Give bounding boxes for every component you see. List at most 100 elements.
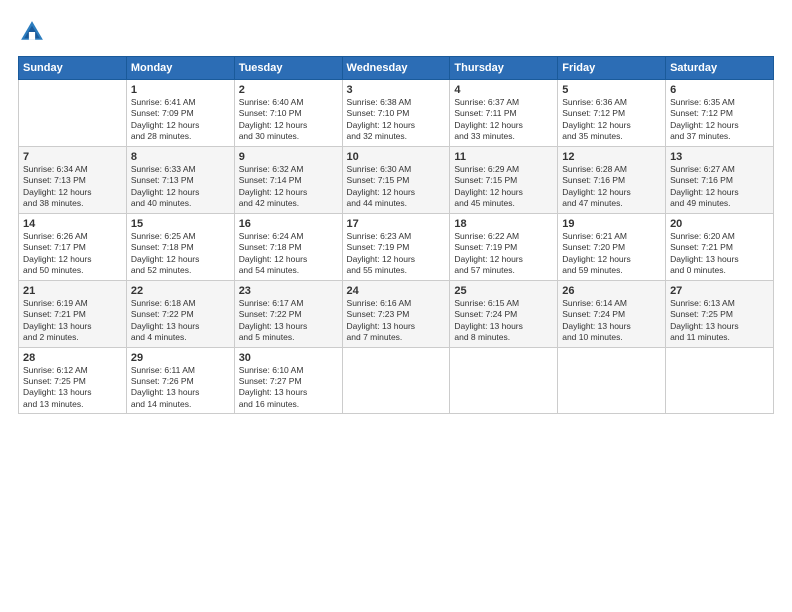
- sunrise-text: Sunrise: 6:32 AM: [239, 164, 338, 175]
- daylight-text: Daylight: 13 hours: [347, 321, 446, 332]
- sunset-text: Sunset: 7:10 PM: [239, 108, 338, 119]
- day-cell: 4Sunrise: 6:37 AMSunset: 7:11 PMDaylight…: [450, 80, 558, 147]
- day-cell: 3Sunrise: 6:38 AMSunset: 7:10 PMDaylight…: [342, 80, 450, 147]
- sunset-text: Sunset: 7:21 PM: [23, 309, 122, 320]
- daylight-text-2: and 50 minutes.: [23, 265, 122, 276]
- header-cell-sunday: Sunday: [19, 57, 127, 80]
- day-number: 4: [454, 84, 553, 96]
- daylight-text: Daylight: 12 hours: [239, 120, 338, 131]
- sunset-text: Sunset: 7:14 PM: [239, 175, 338, 186]
- daylight-text: Daylight: 12 hours: [347, 187, 446, 198]
- week-row-2: 14Sunrise: 6:26 AMSunset: 7:17 PMDayligh…: [19, 213, 774, 280]
- daylight-text-2: and 13 minutes.: [23, 399, 122, 410]
- sunset-text: Sunset: 7:26 PM: [131, 376, 230, 387]
- day-info: Sunrise: 6:17 AMSunset: 7:22 PMDaylight:…: [239, 298, 338, 344]
- day-cell: 15Sunrise: 6:25 AMSunset: 7:18 PMDayligh…: [126, 213, 234, 280]
- daylight-text: Daylight: 12 hours: [131, 187, 230, 198]
- daylight-text: Daylight: 13 hours: [454, 321, 553, 332]
- day-number: 12: [562, 151, 661, 163]
- day-info: Sunrise: 6:22 AMSunset: 7:19 PMDaylight:…: [454, 231, 553, 277]
- sunrise-text: Sunrise: 6:22 AM: [454, 231, 553, 242]
- day-cell: 28Sunrise: 6:12 AMSunset: 7:25 PMDayligh…: [19, 347, 127, 414]
- daylight-text-2: and 5 minutes.: [239, 332, 338, 343]
- day-cell: 18Sunrise: 6:22 AMSunset: 7:19 PMDayligh…: [450, 213, 558, 280]
- sunset-text: Sunset: 7:09 PM: [131, 108, 230, 119]
- day-cell: 26Sunrise: 6:14 AMSunset: 7:24 PMDayligh…: [558, 280, 666, 347]
- day-number: 3: [347, 84, 446, 96]
- day-info: Sunrise: 6:30 AMSunset: 7:15 PMDaylight:…: [347, 164, 446, 210]
- daylight-text-2: and 40 minutes.: [131, 198, 230, 209]
- daylight-text: Daylight: 12 hours: [239, 254, 338, 265]
- day-cell: 17Sunrise: 6:23 AMSunset: 7:19 PMDayligh…: [342, 213, 450, 280]
- sunrise-text: Sunrise: 6:12 AM: [23, 365, 122, 376]
- daylight-text-2: and 35 minutes.: [562, 131, 661, 142]
- sunrise-text: Sunrise: 6:23 AM: [347, 231, 446, 242]
- day-number: 9: [239, 151, 338, 163]
- daylight-text-2: and 42 minutes.: [239, 198, 338, 209]
- day-info: Sunrise: 6:16 AMSunset: 7:23 PMDaylight:…: [347, 298, 446, 344]
- day-cell: 13Sunrise: 6:27 AMSunset: 7:16 PMDayligh…: [666, 146, 774, 213]
- day-info: Sunrise: 6:34 AMSunset: 7:13 PMDaylight:…: [23, 164, 122, 210]
- sunset-text: Sunset: 7:17 PM: [23, 242, 122, 253]
- day-info: Sunrise: 6:23 AMSunset: 7:19 PMDaylight:…: [347, 231, 446, 277]
- sunrise-text: Sunrise: 6:10 AM: [239, 365, 338, 376]
- sunrise-text: Sunrise: 6:15 AM: [454, 298, 553, 309]
- sunrise-text: Sunrise: 6:21 AM: [562, 231, 661, 242]
- day-cell: 20Sunrise: 6:20 AMSunset: 7:21 PMDayligh…: [666, 213, 774, 280]
- day-cell: [19, 80, 127, 147]
- sunset-text: Sunset: 7:25 PM: [23, 376, 122, 387]
- header-cell-thursday: Thursday: [450, 57, 558, 80]
- day-info: Sunrise: 6:32 AMSunset: 7:14 PMDaylight:…: [239, 164, 338, 210]
- day-info: Sunrise: 6:29 AMSunset: 7:15 PMDaylight:…: [454, 164, 553, 210]
- day-info: Sunrise: 6:18 AMSunset: 7:22 PMDaylight:…: [131, 298, 230, 344]
- daylight-text-2: and 44 minutes.: [347, 198, 446, 209]
- day-cell: 25Sunrise: 6:15 AMSunset: 7:24 PMDayligh…: [450, 280, 558, 347]
- daylight-text-2: and 45 minutes.: [454, 198, 553, 209]
- day-info: Sunrise: 6:10 AMSunset: 7:27 PMDaylight:…: [239, 365, 338, 411]
- day-number: 26: [562, 285, 661, 297]
- header: [18, 18, 774, 46]
- daylight-text-2: and 28 minutes.: [131, 131, 230, 142]
- day-info: Sunrise: 6:38 AMSunset: 7:10 PMDaylight:…: [347, 97, 446, 143]
- day-info: Sunrise: 6:41 AMSunset: 7:09 PMDaylight:…: [131, 97, 230, 143]
- daylight-text-2: and 54 minutes.: [239, 265, 338, 276]
- day-number: 10: [347, 151, 446, 163]
- day-number: 15: [131, 218, 230, 230]
- daylight-text-2: and 47 minutes.: [562, 198, 661, 209]
- daylight-text-2: and 11 minutes.: [670, 332, 769, 343]
- daylight-text: Daylight: 12 hours: [670, 120, 769, 131]
- page: SundayMondayTuesdayWednesdayThursdayFrid…: [0, 0, 792, 612]
- day-number: 19: [562, 218, 661, 230]
- daylight-text: Daylight: 12 hours: [562, 120, 661, 131]
- day-number: 20: [670, 218, 769, 230]
- day-cell: 9Sunrise: 6:32 AMSunset: 7:14 PMDaylight…: [234, 146, 342, 213]
- day-number: 25: [454, 285, 553, 297]
- day-cell: 29Sunrise: 6:11 AMSunset: 7:26 PMDayligh…: [126, 347, 234, 414]
- daylight-text-2: and 32 minutes.: [347, 131, 446, 142]
- day-number: 27: [670, 285, 769, 297]
- sunrise-text: Sunrise: 6:30 AM: [347, 164, 446, 175]
- day-number: 28: [23, 352, 122, 364]
- daylight-text-2: and 33 minutes.: [454, 131, 553, 142]
- day-number: 5: [562, 84, 661, 96]
- day-cell: 19Sunrise: 6:21 AMSunset: 7:20 PMDayligh…: [558, 213, 666, 280]
- day-number: 18: [454, 218, 553, 230]
- daylight-text-2: and 7 minutes.: [347, 332, 446, 343]
- daylight-text-2: and 8 minutes.: [454, 332, 553, 343]
- week-row-4: 28Sunrise: 6:12 AMSunset: 7:25 PMDayligh…: [19, 347, 774, 414]
- daylight-text-2: and 16 minutes.: [239, 399, 338, 410]
- day-cell: [558, 347, 666, 414]
- sunrise-text: Sunrise: 6:17 AM: [239, 298, 338, 309]
- logo-icon: [18, 18, 46, 46]
- daylight-text-2: and 55 minutes.: [347, 265, 446, 276]
- day-cell: 2Sunrise: 6:40 AMSunset: 7:10 PMDaylight…: [234, 80, 342, 147]
- day-number: 11: [454, 151, 553, 163]
- daylight-text: Daylight: 12 hours: [347, 254, 446, 265]
- day-info: Sunrise: 6:13 AMSunset: 7:25 PMDaylight:…: [670, 298, 769, 344]
- day-cell: 1Sunrise: 6:41 AMSunset: 7:09 PMDaylight…: [126, 80, 234, 147]
- header-cell-friday: Friday: [558, 57, 666, 80]
- sunrise-text: Sunrise: 6:11 AM: [131, 365, 230, 376]
- daylight-text: Daylight: 12 hours: [454, 187, 553, 198]
- sunrise-text: Sunrise: 6:26 AM: [23, 231, 122, 242]
- day-number: 23: [239, 285, 338, 297]
